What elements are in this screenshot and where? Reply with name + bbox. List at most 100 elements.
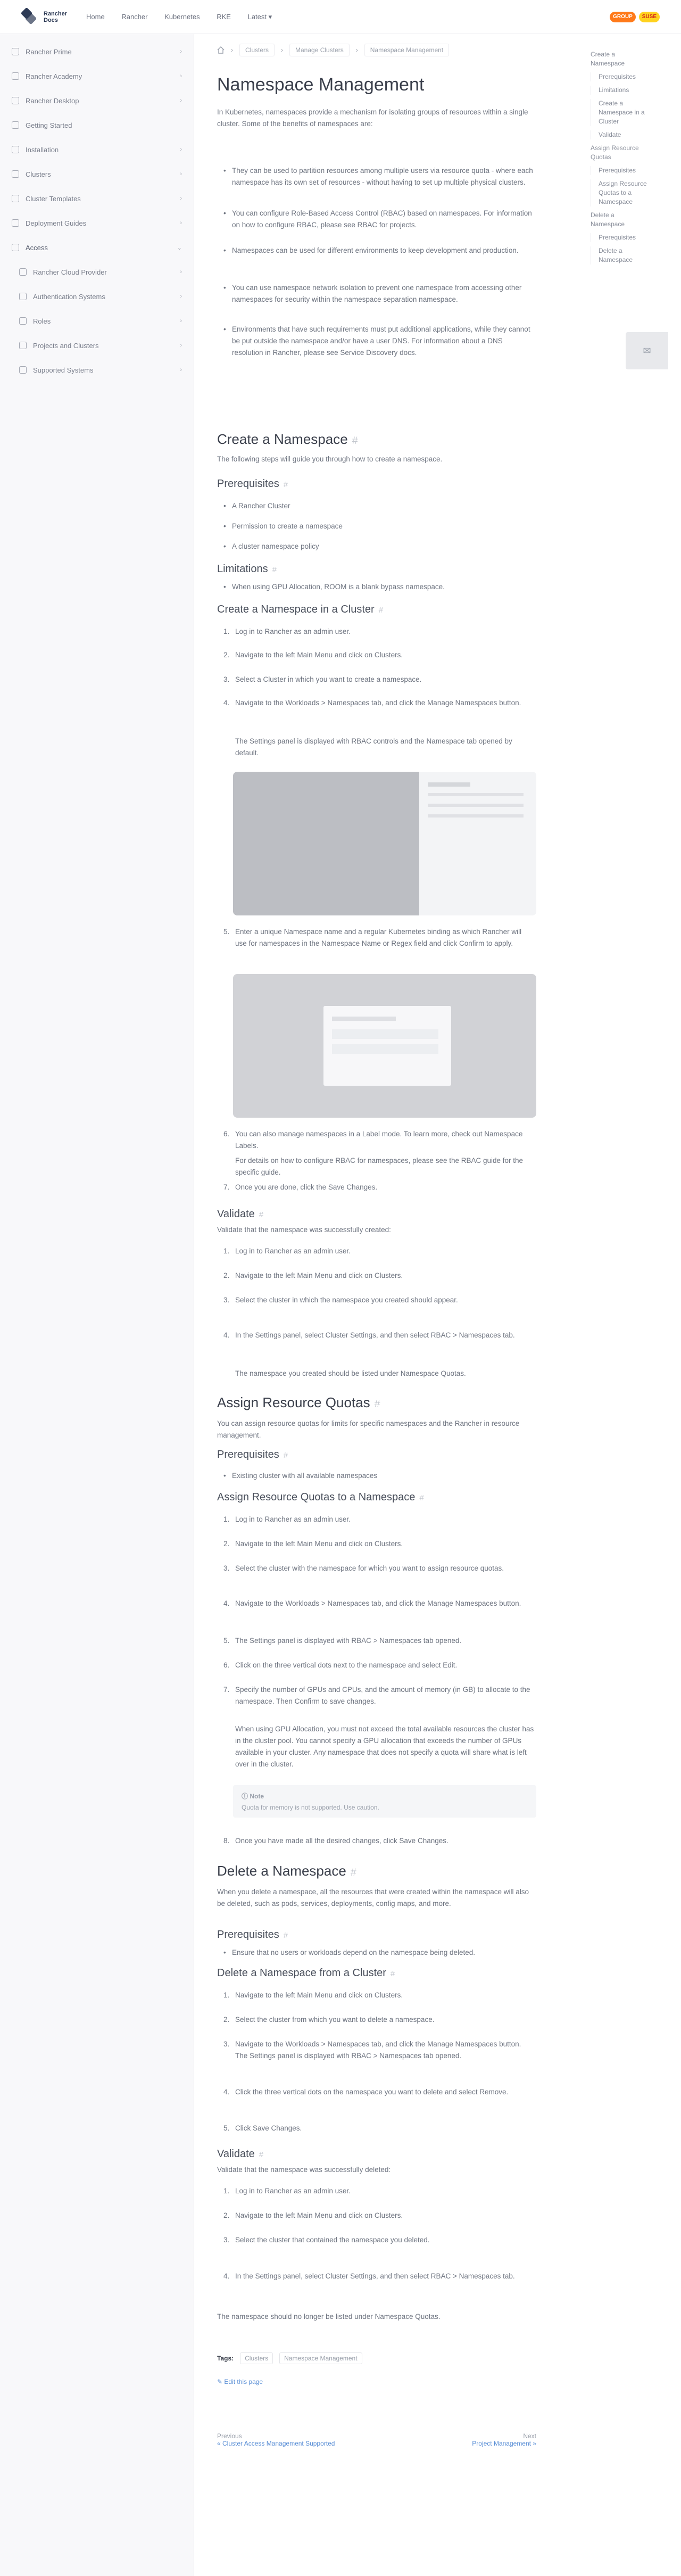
pencil-icon: ✎ <box>217 2378 225 2385</box>
toc-item[interactable]: Create a Namespace in a Cluster <box>591 99 649 126</box>
sidebar-item-label: Rancher Desktop <box>26 96 79 105</box>
nav-rancher[interactable]: Rancher <box>121 13 147 21</box>
toc-item[interactable]: Limitations <box>591 86 649 95</box>
page-pager: Previous « Cluster Access Management Supp… <box>217 2432 536 2447</box>
step-text: Navigate to the left Main Menu and click… <box>235 1991 403 1999</box>
anchor-link-icon[interactable]: # <box>352 435 358 447</box>
prereq-item: A Rancher Cluster <box>223 500 535 512</box>
toc-item[interactable]: Assign Resource Quotas to a Namespace <box>591 179 649 207</box>
sidebar-item-rancher-prime[interactable]: Rancher Prime › <box>0 39 194 64</box>
prev-page-link[interactable]: Previous « Cluster Access Management Supp… <box>217 2432 339 2447</box>
tag-namespace-management[interactable]: Namespace Management <box>279 2352 362 2364</box>
delete-intro: When you delete a namespace, all the res… <box>217 1888 529 1908</box>
sidebar-item-authentication[interactable]: Authentication Systems › <box>0 284 194 309</box>
anchor-link-icon[interactable]: # <box>284 1451 288 1460</box>
step-text: Click on the three vertical dots next to… <box>235 1661 458 1669</box>
next-page-link[interactable]: Next Project Management » <box>472 2432 536 2447</box>
sidebar-item-clusters[interactable]: Clusters › <box>0 162 194 186</box>
suse-badge[interactable]: SUSE <box>638 11 660 22</box>
subheading-text: Prerequisites <box>217 478 279 490</box>
note-title-text: Note <box>250 1793 264 1800</box>
rancher-logo[interactable]: Rancher Docs <box>20 7 68 26</box>
key-icon <box>19 293 27 300</box>
sidebar-item-getting-started[interactable]: Getting Started <box>0 113 194 137</box>
cloud-icon <box>19 268 27 276</box>
sidebar-item-roles[interactable]: Roles › <box>0 309 194 333</box>
home-icon[interactable] <box>217 46 225 54</box>
subheading-text: Create a Namespace in a Cluster <box>217 604 375 615</box>
sidebar-item-rancher-academy[interactable]: Rancher Academy › <box>0 64 194 88</box>
anchor-link-icon[interactable]: # <box>351 1867 356 1878</box>
toc-item[interactable]: Delete a Namespace <box>591 246 649 265</box>
step-item: 5. Enter a unique Namespace name and a re… <box>223 928 522 947</box>
step-item: 5. Click Save Changes. <box>223 2124 302 2132</box>
sidebar-item-cloud-provider[interactable]: Rancher Cloud Provider › <box>0 260 194 284</box>
step-text: Log in to Rancher as an admin user. <box>235 628 351 635</box>
sidebar-item-supported-systems[interactable]: Supported Systems › <box>0 358 194 382</box>
anchor-link-icon[interactable]: # <box>379 606 383 615</box>
sidebar-item-projects-clusters[interactable]: Projects and Clusters › <box>0 333 194 358</box>
logo-line1: Rancher <box>44 10 68 17</box>
step-item: 3. Select the cluster that contained the … <box>223 2236 430 2244</box>
anchor-link-icon[interactable]: # <box>419 1493 423 1502</box>
sidebar-item-access[interactable]: Access ⌄ <box>0 235 194 260</box>
breadcrumb-separator: › <box>355 46 358 54</box>
step-item: 7. Once you are done, click the Save Chan… <box>223 1183 378 1191</box>
subheading-quota-namespace: Assign Resource Quotas to a Namespace # <box>217 1491 536 1504</box>
tag-clusters[interactable]: Clusters <box>240 2352 273 2364</box>
sidebar-item-label: Supported Systems <box>33 366 94 374</box>
step-item: 4. In the Settings panel, select Cluster … <box>223 1331 515 1339</box>
anchor-link-icon[interactable]: # <box>391 1969 395 1978</box>
toc-item[interactable]: Validate <box>591 130 649 139</box>
step-text: Select a Cluster in which you want to cr… <box>235 675 422 683</box>
toc-item[interactable]: Assign Resource Quotas <box>591 144 649 162</box>
sidebar-item-label: Deployment Guides <box>26 219 87 227</box>
folder-icon <box>12 97 19 104</box>
anchor-link-icon[interactable]: # <box>259 2150 263 2159</box>
toc-item[interactable]: Prerequisites <box>591 166 649 175</box>
nav-rke[interactable]: RKE <box>217 13 231 21</box>
toc-item[interactable]: Prerequisites <box>591 233 649 242</box>
cluster-icon <box>12 170 19 178</box>
main-nav: Home Rancher Kubernetes RKE Latest ▾ <box>86 13 287 21</box>
step-text: Log in to Rancher as an admin user. <box>235 1247 351 1255</box>
anchor-link-icon[interactable]: # <box>272 565 277 574</box>
folder-icon <box>12 72 19 80</box>
anchor-link-icon[interactable]: # <box>284 1931 288 1940</box>
breadcrumb: › Clusters › Manage Clusters › Namespace… <box>217 44 450 56</box>
toc-item[interactable]: Prerequisites <box>591 72 649 81</box>
feedback-widget[interactable]: ✉ <box>626 332 668 369</box>
sidebar-item-installation[interactable]: Installation › <box>0 137 194 162</box>
subheading-prereq: Prerequisites # <box>217 478 536 490</box>
chevron-right-icon: › <box>180 97 182 104</box>
toc-item[interactable]: Create a Namespace <box>591 50 649 68</box>
subheading-text: Limitations <box>217 563 268 575</box>
toc-item[interactable]: Delete a Namespace <box>591 211 649 229</box>
step-item: 1. Log in to Rancher as an admin user. <box>223 1247 351 1255</box>
screenshot-namespace-settings <box>233 772 536 915</box>
nav-home[interactable]: Home <box>86 13 105 21</box>
sidebar-item-label: Rancher Academy <box>26 72 82 80</box>
breadcrumb-clusters[interactable]: Clusters <box>239 44 275 56</box>
validate-result: The namespace you created should be list… <box>235 1369 466 1377</box>
note-title: ⓘ Note <box>242 1791 528 1801</box>
anchor-link-icon[interactable]: # <box>259 1210 263 1219</box>
anchor-link-icon[interactable]: # <box>375 1398 380 1410</box>
step-item: 4. Navigate to the Workloads > Namespaces… <box>223 699 521 707</box>
docs-sidebar: Rancher Prime › Rancher Academy › Rancher … <box>0 34 194 2576</box>
sidebar-item-deployment-guides[interactable]: Deployment Guides › <box>0 211 194 235</box>
sidebar-item-cluster-templates[interactable]: Cluster Templates › <box>0 186 194 211</box>
group-badge[interactable]: GROUP <box>610 11 636 22</box>
sidebar-item-rancher-desktop[interactable]: Rancher Desktop › <box>0 88 194 113</box>
info-icon: ⓘ <box>242 1793 250 1800</box>
nav-kubernetes[interactable]: Kubernetes <box>164 13 200 21</box>
anchor-link-icon[interactable]: # <box>284 480 288 489</box>
subheading-text: Validate <box>217 2148 255 2160</box>
tags-label: Tags: <box>217 2355 234 2362</box>
sidebar-item-label: Clusters <box>26 170 51 178</box>
nav-version-dropdown[interactable]: Latest ▾ <box>248 13 272 21</box>
breadcrumb-manage-clusters[interactable]: Manage Clusters <box>289 44 350 56</box>
next-title: Project Management » <box>472 2440 536 2447</box>
edit-page-link[interactable]: ✎ Edit this page <box>217 2378 536 2385</box>
prereq-item: A cluster namespace policy <box>223 541 535 552</box>
